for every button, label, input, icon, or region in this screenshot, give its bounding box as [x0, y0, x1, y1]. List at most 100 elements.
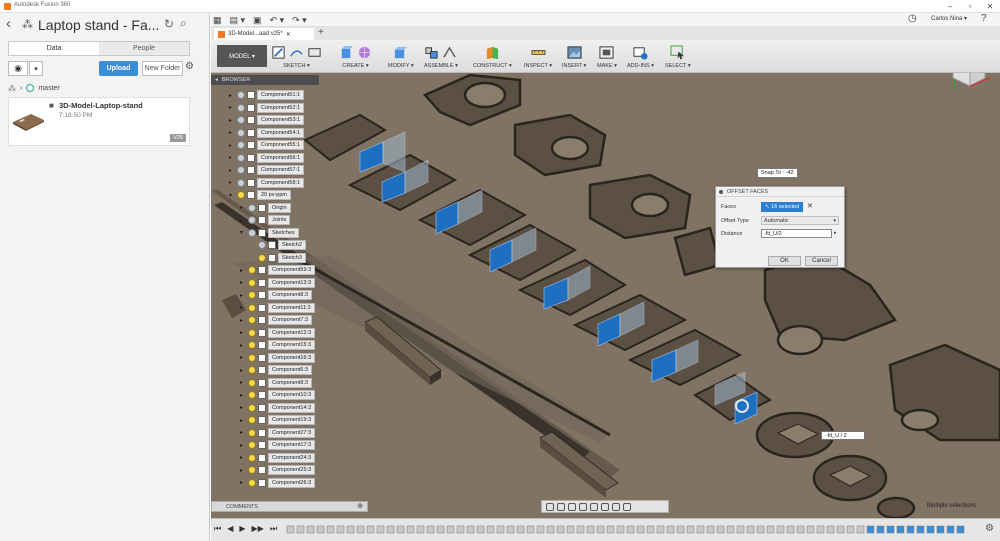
expand-arrow-icon[interactable]: ▸ [240, 379, 246, 386]
expand-arrow-icon[interactable]: ▸ [229, 129, 235, 136]
visibility-bulb-icon[interactable] [248, 303, 256, 312]
visibility-bulb-icon[interactable] [248, 453, 256, 462]
tree-item-component[interactable]: ▸ Component53:1 [229, 115, 305, 125]
timeline-feature-icon[interactable] [506, 525, 515, 534]
timeline-feature-icon[interactable] [556, 525, 565, 534]
timeline-feature-icon[interactable] [766, 525, 775, 534]
new-tab-plus-icon[interactable]: + [318, 27, 324, 38]
timeline-feature-icon[interactable] [306, 525, 315, 534]
tree-item-component[interactable]: ▸ Component7:3 [240, 315, 313, 325]
timeline-feature-icon[interactable] [696, 525, 705, 534]
help-icon[interactable]: ? [981, 13, 987, 24]
timeline-feature-icon[interactable] [946, 525, 955, 534]
expand-arrow-icon[interactable]: ▸ [229, 104, 235, 111]
timeline-feature-icon[interactable] [756, 525, 765, 534]
timeline-feature-icon[interactable] [416, 525, 425, 534]
orbit-icon[interactable] [546, 502, 554, 511]
tree-item-component[interactable]: ▸ Component54:1 [229, 127, 305, 138]
visibility-bulb-icon[interactable] [248, 478, 256, 487]
tree-item-component[interactable]: ▸ Component14:3 [240, 402, 316, 413]
document-tab[interactable]: 3D-Model...aad v25* ✕ [214, 28, 314, 40]
make-menu-label[interactable]: MAKE ▾ [597, 63, 617, 69]
expand-arrow-icon[interactable]: ▸ [240, 467, 246, 474]
timeline-feature-icon[interactable] [446, 525, 455, 534]
create-menu-label[interactable]: CREATE ▾ [342, 63, 368, 69]
form-sphere-icon[interactable] [357, 45, 372, 60]
tab-people[interactable]: People [99, 42, 189, 55]
timeline-feature-icon[interactable] [586, 525, 595, 534]
tree-item-component[interactable]: ▸ Component13:3 [240, 277, 316, 288]
expand-arrow-icon[interactable]: ▸ [240, 442, 246, 449]
tree-item-component[interactable]: ▸ Component17:3 [240, 440, 316, 450]
tree-item-component[interactable]: ▸ Component56:1 [229, 152, 305, 163]
timeline-feature-icon[interactable] [316, 525, 325, 534]
expand-arrow-icon[interactable]: ▸ [240, 354, 246, 361]
timeline-feature-icon[interactable] [936, 525, 945, 534]
timeline-feature-icon[interactable] [376, 525, 385, 534]
distance-input[interactable]: -fit_U/2 [761, 229, 832, 238]
expand-arrow-icon[interactable]: ▸ [240, 454, 246, 461]
user-account-menu[interactable]: Carlos Nina ▾ [931, 15, 967, 22]
tree-item-active-component[interactable]: ▾ 20 pv-ppm [229, 190, 291, 200]
timeline-feature-icon[interactable] [526, 525, 535, 534]
gear-icon[interactable]: ⚙ [185, 61, 194, 72]
tree-item-component[interactable]: ▸ Component59:3 [240, 265, 316, 275]
visibility-bulb-icon[interactable] [248, 416, 256, 424]
3d-print-icon[interactable] [599, 45, 614, 60]
modify-group[interactable]: MODIFY ▾ [388, 42, 414, 72]
tab-data[interactable]: Data [9, 42, 99, 55]
back-chevron-icon[interactable]: ‹ [6, 15, 11, 32]
visibility-bulb-icon[interactable] [237, 166, 245, 174]
timeline-feature-icon[interactable] [536, 525, 545, 534]
fit-icon[interactable] [590, 502, 598, 511]
expand-arrow-icon[interactable]: ▸ [229, 142, 235, 149]
visibility-bulb-icon[interactable] [248, 328, 256, 337]
measure-icon[interactable] [530, 45, 546, 60]
timeline-feature-icon[interactable] [706, 525, 715, 534]
look-at-icon[interactable] [557, 502, 565, 511]
search-icon[interactable]: ⌕ [180, 16, 187, 31]
expand-arrow-icon[interactable]: ▸ [240, 267, 246, 274]
expand-arrow-icon[interactable]: ▸ [240, 329, 246, 336]
timeline-feature-icon[interactable] [926, 525, 935, 534]
expand-arrow-icon[interactable]: ▸ [240, 417, 246, 424]
refresh-icon[interactable]: ↻ [164, 17, 174, 31]
tree-item-component[interactable]: ▸ Component25:3 [240, 465, 316, 475]
timeline-feature-icon[interactable] [396, 525, 405, 534]
timeline-feature-icon[interactable] [916, 525, 925, 534]
inspect-group[interactable]: INSPECT ▾ [524, 42, 552, 72]
select-arrow-icon[interactable] [670, 44, 685, 60]
visibility-bulb-icon[interactable] [237, 128, 245, 137]
expand-arrow-icon[interactable]: ▾ [229, 192, 235, 199]
expand-arrow-icon[interactable]: ▸ [229, 167, 235, 174]
upload-button[interactable]: Upload [99, 61, 138, 76]
timeline-feature-icon[interactable] [576, 525, 585, 534]
grid-menu-icon[interactable]: ▦ [213, 15, 222, 26]
grid-settings-icon[interactable] [612, 502, 620, 511]
timeline-feature-icon[interactable] [326, 525, 335, 534]
visibility-bulb-icon[interactable] [248, 341, 256, 349]
tree-item-component[interactable]: ▸ Component24:3 [240, 452, 316, 463]
visibility-bulb-icon[interactable] [237, 153, 245, 162]
addins-menu-label[interactable]: ADD-INS ▾ [627, 63, 654, 69]
visibility-bulb-icon[interactable] [248, 203, 256, 212]
timeline-feature-icon[interactable] [406, 525, 415, 534]
construct-menu-label[interactable]: CONSTRUCT ▾ [473, 63, 512, 69]
save-icon[interactable]: ▣ [253, 15, 262, 26]
branch-name[interactable]: master [38, 85, 59, 92]
timeline-feature-icon[interactable] [896, 525, 905, 534]
expand-arrow-icon[interactable]: ▸ [240, 204, 246, 211]
file-menu-icon[interactable]: ▤ ▾ [230, 15, 246, 26]
visibility-bulb-icon[interactable] [248, 391, 256, 399]
assemble-menu-label[interactable]: ASSEMBLE ▾ [424, 63, 458, 69]
timeline-feature-icon[interactable] [596, 525, 605, 534]
timeline-feature-icon[interactable] [796, 525, 805, 534]
tree-item-sketch[interactable]: Sketch3 [250, 252, 306, 263]
tree-item-folder[interactable]: ▸ Origin [240, 202, 291, 213]
comments-panel[interactable]: COMMENTS ⊕ [211, 501, 368, 512]
modify-menu-label[interactable]: MODIFY ▾ [388, 63, 414, 69]
line-tool-icon[interactable] [289, 45, 304, 60]
timeline-feature-icon[interactable] [666, 525, 675, 534]
timeline-feature-icon[interactable] [676, 525, 685, 534]
go-to-start-icon[interactable]: ⏮ [214, 524, 221, 534]
